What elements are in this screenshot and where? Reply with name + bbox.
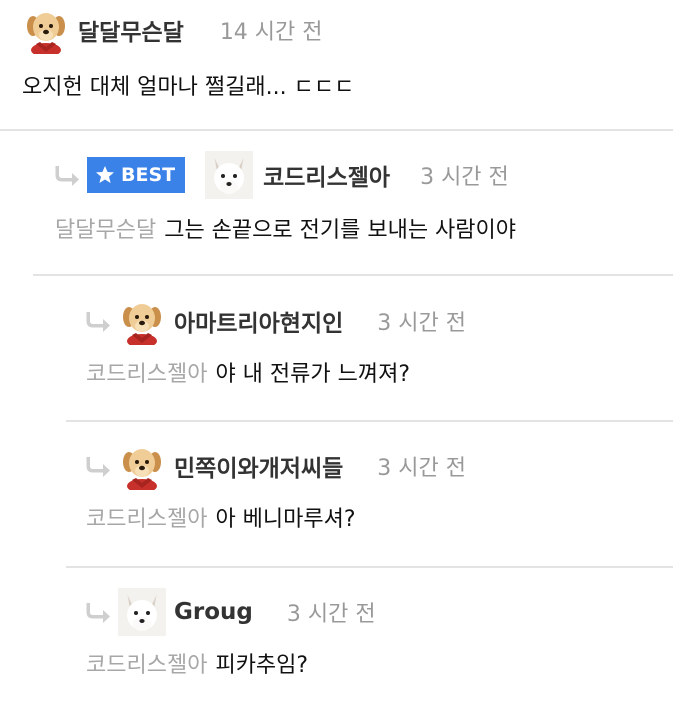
- timestamp: 3 시간 전: [286, 602, 376, 627]
- puppy-icon[interactable]: [118, 442, 166, 490]
- white-fox-icon[interactable]: [118, 588, 166, 636]
- puppy-icon[interactable]: [118, 297, 166, 345]
- mention[interactable]: 달달무슨달: [55, 218, 156, 243]
- nickname[interactable]: 코드리스젤아: [263, 158, 390, 192]
- comment-item: BEST 코드리스젤아 3 시간 전 달달무슨달 그는 손끝으로 전기를 보내는 …: [55, 147, 516, 251]
- white-fox-icon[interactable]: [205, 151, 253, 199]
- comment-item: 민쪽이와개저씨들 3 시간 전 코드리스젤아 아 베니마루셔?: [86, 438, 466, 540]
- nickname[interactable]: Groug: [174, 599, 253, 625]
- separator: [0, 129, 673, 131]
- comment-text: 코드리스젤아 피카추임?: [86, 646, 376, 686]
- reply-arrow-icon: [55, 164, 81, 186]
- badge-label: BEST: [121, 164, 176, 186]
- comment-text: 코드리스젤아 아 베니마루셔?: [86, 500, 466, 540]
- separator: [66, 420, 673, 422]
- comment-text: 코드리스젤아 야 내 전류가 느껴져?: [86, 355, 466, 395]
- comment-body: 피카추임?: [215, 653, 309, 678]
- nickname[interactable]: 아마트리아현지인: [174, 304, 343, 338]
- comment-header: Groug 3 시간 전: [86, 584, 376, 640]
- comment-header: 아마트리아현지인 3 시간 전: [86, 293, 466, 349]
- timestamp: 3 시간 전: [420, 165, 509, 190]
- star-icon: [96, 166, 114, 183]
- comment-body: 아 베니마루셔?: [215, 507, 356, 532]
- timestamp: 3 시간 전: [377, 456, 466, 481]
- comment-header: 달달무슨달 14 시간 전: [22, 2, 354, 58]
- puppy-icon[interactable]: [22, 6, 70, 54]
- reply-arrow-icon: [86, 601, 112, 623]
- reply-arrow-icon: [86, 455, 112, 477]
- comment-body: 그는 손끝으로 전기를 보내는 사람이야: [164, 218, 517, 243]
- mention[interactable]: 코드리스젤아: [86, 653, 207, 678]
- comment-text: 달달무슨달 그는 손끝으로 전기를 보내는 사람이야: [55, 211, 516, 251]
- best-badge: BEST: [87, 157, 186, 193]
- separator: [66, 566, 673, 568]
- separator: [33, 274, 673, 276]
- timestamp: 14 시간 전: [219, 20, 323, 45]
- reply-arrow-icon: [86, 310, 112, 332]
- comment-header: BEST 코드리스젤아 3 시간 전: [55, 147, 516, 203]
- timestamp: 3 시간 전: [377, 311, 466, 336]
- mention[interactable]: 코드리스젤아: [86, 362, 207, 387]
- comment-header: 민쪽이와개저씨들 3 시간 전: [86, 438, 466, 494]
- comment-text: 오지헌 대체 얼마나 쩔길래... ㄷㄷㄷ: [22, 75, 355, 100]
- mention[interactable]: 코드리스젤아: [86, 507, 207, 532]
- comment-body: 야 내 전류가 느껴져?: [215, 362, 411, 387]
- comment-item: 달달무슨달 14 시간 전 오지헌 대체 얼마나 쩔길래... ㄷㄷㄷ: [22, 2, 354, 108]
- nickname[interactable]: 민쪽이와개저씨들: [174, 449, 343, 483]
- comment-item: 아마트리아현지인 3 시간 전 코드리스젤아 야 내 전류가 느껴져?: [86, 293, 466, 395]
- nickname[interactable]: 달달무슨달: [78, 13, 184, 47]
- comment-item: Groug 3 시간 전 코드리스젤아 피카추임?: [86, 584, 376, 686]
